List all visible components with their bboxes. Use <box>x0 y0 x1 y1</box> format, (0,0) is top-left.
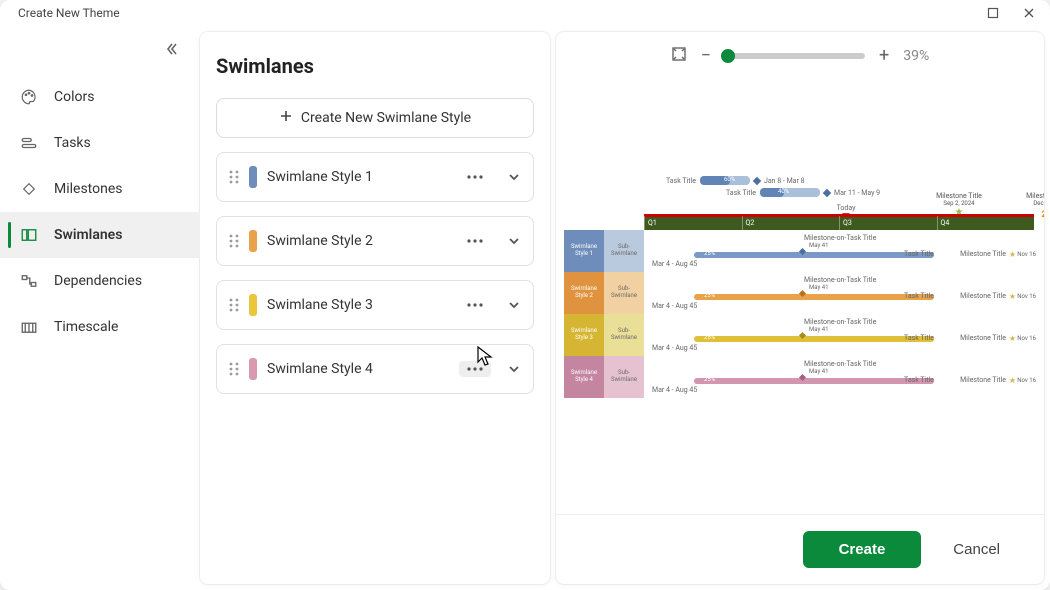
more-options-icon[interactable] <box>459 169 491 185</box>
lane-end-date: Nov 16 <box>1017 251 1036 258</box>
drag-handle-icon[interactable] <box>229 361 239 377</box>
task-date: Mar 11 - May 9 <box>834 189 880 197</box>
milestone-icon <box>20 180 38 198</box>
sidebar-item-timescale[interactable]: Timescale <box>0 304 200 350</box>
preview-lane: Swimlane Style 1 Sub-Swimlane Mar 4 - Au… <box>564 230 1034 272</box>
sidebar-item-label: Colors <box>54 89 94 105</box>
sidebar: Colors Tasks Milestones Swimlanes <box>0 26 200 590</box>
preview-lane: Swimlane Style 2 Sub-Swimlane Mar 4 - Au… <box>564 272 1034 314</box>
zoom-in-icon[interactable]: + <box>879 47 889 65</box>
sidebar-item-milestones[interactable]: Milestones <box>0 166 200 212</box>
drag-handle-icon[interactable] <box>229 297 239 313</box>
lane-label: Swimlane Style 2 <box>564 272 604 314</box>
zoom-out-icon[interactable]: − <box>701 47 711 65</box>
style-name: Swimlane Style 4 <box>267 361 449 377</box>
swimlane-style-card[interactable]: Swimlane Style 2 <box>216 216 534 266</box>
zoom-percent: 39% <box>903 48 929 64</box>
lane-pct: 25% <box>704 250 715 257</box>
zoom-slider[interactable] <box>725 53 865 59</box>
sidebar-item-dependencies[interactable]: Dependencies <box>0 258 200 304</box>
lane-label: Swimlane Style 1 <box>564 230 604 272</box>
lane-label: Swimlane Style 3 <box>564 314 604 356</box>
swimlanes-icon <box>20 226 38 244</box>
lane-bar <box>694 252 934 258</box>
lane-milestone-task: Milestone-on-Task Title <box>804 234 876 242</box>
quarter-cell: Q1 <box>644 216 742 230</box>
quarter-cell: Q3 <box>839 216 937 230</box>
chevron-down-icon[interactable] <box>507 234 521 248</box>
preview-pane: − + 39% Task Title 60% <box>556 32 1044 584</box>
task-date: Jan 8 - Mar 8 <box>764 177 805 185</box>
style-name: Swimlane Style 1 <box>267 169 449 185</box>
sidebar-item-swimlanes[interactable]: Swimlanes <box>0 212 200 258</box>
task-pct: 40% <box>778 188 789 195</box>
cancel-button[interactable]: Cancel <box>941 531 1012 568</box>
lane-milestone-date: May 41 <box>809 242 829 249</box>
tasks-icon <box>20 134 38 152</box>
fit-to-screen-icon[interactable] <box>671 46 687 66</box>
lane-sublabel: Sub-Swimlane <box>604 356 644 398</box>
lane-end-label: Milestone Title <box>960 250 1006 258</box>
preview-lane: Swimlane Style 3 Sub-Swimlane Mar 4 - Au… <box>564 314 1034 356</box>
lane-sublabel: Sub-Swimlane <box>604 230 644 272</box>
collapse-sidebar-icon[interactable] <box>164 42 178 60</box>
titlebar: Create New Theme <box>0 0 1050 26</box>
sidebar-item-label: Timescale <box>54 319 118 335</box>
style-name: Swimlane Style 2 <box>267 233 449 249</box>
dependencies-icon <box>20 272 38 290</box>
palette-icon <box>20 88 38 106</box>
swimlanes-panel: Swimlanes Create New Swimlane Style Swim… <box>200 32 550 584</box>
chevron-down-icon[interactable] <box>507 170 521 184</box>
dialog-footer: Create Cancel <box>556 514 1044 584</box>
lane-right-label: Task Title <box>904 250 934 258</box>
sidebar-item-tasks[interactable]: Tasks <box>0 120 200 166</box>
zoom-thumb[interactable] <box>721 49 735 63</box>
create-swimlane-style-button[interactable]: Create New Swimlane Style <box>216 98 534 138</box>
task-label: Task Title <box>726 189 756 197</box>
drag-handle-icon[interactable] <box>229 169 239 185</box>
timescale-icon <box>20 318 38 336</box>
swimlane-style-card[interactable]: Swimlane Style 3 <box>216 280 534 330</box>
swimlane-style-card[interactable]: Swimlane Style 4 <box>216 344 534 394</box>
sidebar-item-label: Dependencies <box>54 273 142 289</box>
create-swimlane-style-label: Create New Swimlane Style <box>301 110 471 126</box>
close-button[interactable] <box>1022 6 1036 20</box>
year-label: 2024 <box>1041 210 1044 220</box>
style-swatch <box>249 230 257 252</box>
lane-sublabel: Sub-Swimlane <box>604 314 644 356</box>
more-options-icon[interactable] <box>459 297 491 313</box>
style-swatch <box>249 358 257 380</box>
style-swatch <box>249 294 257 316</box>
chevron-down-icon[interactable] <box>507 362 521 376</box>
lane-sublabel: Sub-Swimlane <box>604 272 644 314</box>
maximize-button[interactable] <box>986 6 1000 20</box>
style-name: Swimlane Style 3 <box>267 297 449 313</box>
create-button[interactable]: Create <box>803 531 922 568</box>
chevron-down-icon[interactable] <box>507 298 521 312</box>
more-options-icon[interactable] <box>459 233 491 249</box>
preview-lane: Swimlane Style 4 Sub-Swimlane Mar 4 - Au… <box>564 356 1034 398</box>
quarter-cell: Q4 <box>937 216 1035 230</box>
panel-title: Swimlanes <box>216 54 534 78</box>
drag-handle-icon[interactable] <box>229 233 239 249</box>
lane-left-date: Mar 4 - Aug 45 <box>652 260 697 268</box>
lane-label: Swimlane Style 4 <box>564 356 604 398</box>
plus-icon <box>279 109 293 127</box>
style-swatch <box>249 166 257 188</box>
window-title: Create New Theme <box>18 6 120 20</box>
sidebar-item-label: Swimlanes <box>54 227 122 243</box>
sidebar-item-colors[interactable]: Colors <box>0 74 200 120</box>
more-options-icon[interactable] <box>459 361 491 377</box>
sidebar-item-label: Milestones <box>54 181 123 197</box>
swimlane-style-card[interactable]: Swimlane Style 1 <box>216 152 534 202</box>
quarter-cell: Q2 <box>742 216 840 230</box>
task-pct: 60% <box>724 176 735 183</box>
task-label: Task Title <box>666 177 696 185</box>
sidebar-item-label: Tasks <box>54 135 91 151</box>
